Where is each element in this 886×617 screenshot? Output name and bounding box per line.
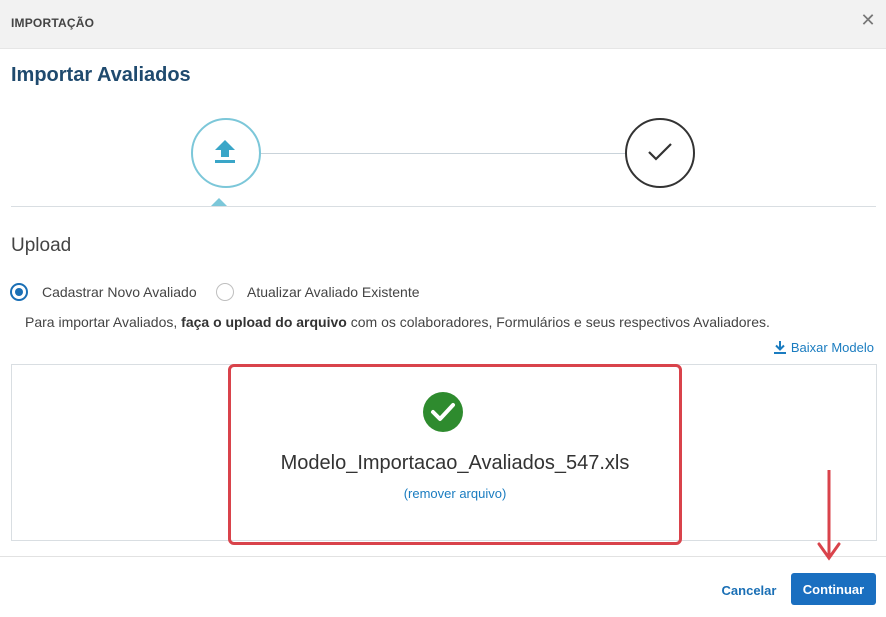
download-icon bbox=[773, 341, 786, 354]
step-upload bbox=[191, 118, 261, 188]
upload-instructions: Para importar Avaliados, faça o upload d… bbox=[25, 314, 770, 330]
check-icon bbox=[648, 143, 672, 161]
success-check-icon bbox=[423, 392, 463, 432]
continue-button[interactable]: Continuar bbox=[791, 573, 876, 605]
upload-icon bbox=[215, 140, 235, 163]
radio-update-evaluated-label[interactable]: Atualizar Avaliado Existente bbox=[247, 284, 420, 300]
download-template-label: Baixar Modelo bbox=[790, 340, 874, 355]
uploaded-file-name: Modelo_Importacao_Avaliados_547.xls bbox=[280, 452, 630, 474]
modal-header: IMPORTAÇÃO ✕ bbox=[0, 0, 886, 49]
annotation-arrow-icon bbox=[817, 470, 841, 561]
footer-divider bbox=[0, 556, 886, 557]
radio-update-evaluated[interactable] bbox=[216, 283, 234, 301]
instructions-prefix: Para importar Avaliados, bbox=[25, 314, 182, 330]
instructions-bold: faça o upload do arquivo bbox=[181, 314, 347, 330]
remove-file-link[interactable]: (remover arquivo) bbox=[228, 486, 682, 501]
radio-new-evaluated-label[interactable]: Cadastrar Novo Avaliado bbox=[42, 284, 197, 300]
download-template-link[interactable]: Baixar Modelo bbox=[773, 340, 874, 355]
page-title: Importar Avaliados bbox=[11, 64, 191, 86]
cancel-button[interactable]: Cancelar bbox=[713, 575, 785, 605]
radio-new-evaluated[interactable] bbox=[10, 283, 28, 301]
modal-header-title: IMPORTAÇÃO bbox=[11, 16, 95, 30]
close-icon[interactable]: ✕ bbox=[858, 10, 878, 30]
instructions-suffix: com os colaboradores, Formulários e seus… bbox=[346, 314, 770, 330]
section-title: Upload bbox=[11, 235, 72, 256]
step-complete bbox=[625, 118, 695, 188]
stepper-connector bbox=[260, 153, 627, 154]
stepper-divider bbox=[11, 206, 876, 207]
